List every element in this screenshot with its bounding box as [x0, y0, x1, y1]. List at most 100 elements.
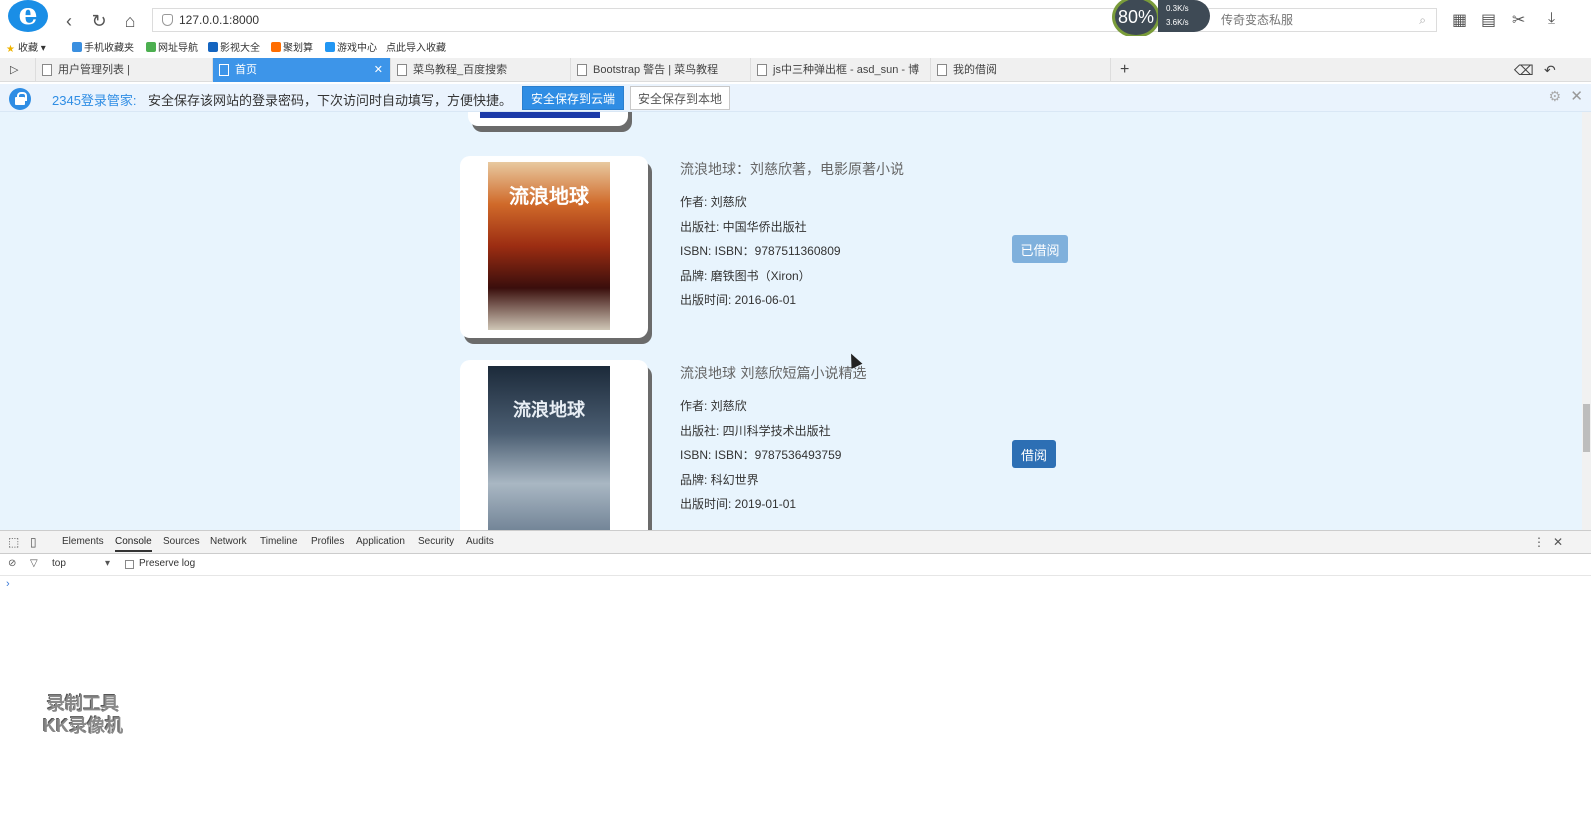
close-tab-icon[interactable]: ✕ — [374, 58, 383, 82]
scissors-icon[interactable]: ✂ — [1512, 10, 1525, 30]
speed-gauge[interactable]: 80% — [1112, 0, 1160, 38]
star-icon: ★ — [6, 44, 15, 55]
scrollbar-thumb[interactable] — [1583, 404, 1590, 452]
password-save-bar: 2345登录管家: 安全保存该网站的登录密码，下次访问时自动填写，方便快捷。 安… — [0, 84, 1591, 112]
book-cover-frame: 流浪地球 — [460, 360, 648, 530]
close-devtools-icon[interactable]: ✕ — [1553, 535, 1563, 549]
cover-title: 流浪地球 — [513, 400, 585, 421]
tab-js-popup[interactable]: js中三种弹出框 - asd_sun - 博 — [751, 58, 931, 82]
tab-user-list[interactable]: 用户管理列表 | — [36, 58, 213, 82]
favorite-item[interactable]: ★ 收藏 ▾ — [6, 39, 46, 55]
home-icon[interactable]: ⌂ — [119, 10, 141, 32]
favorite-item[interactable]: 点此导入收藏 — [386, 39, 446, 54]
save-to-cloud-button[interactable]: 安全保存到云端 — [522, 86, 624, 110]
tab-bar: ▷ 用户管理列表 | 首页 ✕ 菜鸟教程_百度搜索 Bootstrap 警告 | … — [0, 58, 1591, 82]
search-icon[interactable]: ⌕ — [1419, 13, 1426, 28]
net-speed-panel: 0.3K/s 3.6K/s — [1158, 0, 1210, 32]
chevron-down-icon[interactable]: ▾ — [105, 558, 110, 569]
close-icon[interactable]: ✕ — [1570, 87, 1583, 105]
book-item: 流浪地球 流浪地球 刘慈欣短篇小说精选 作者: 刘慈欣 出版社: 四川科学技术出… — [460, 360, 1100, 530]
devtools-panel: ⬚ ▯ Elements Console Sources Network Tim… — [0, 530, 1591, 833]
favorites-bar: ★ 收藏 ▾ 手机收藏夹 网址导航 影视大全 聚划算 游戏中心 点此导入收藏 — [0, 36, 1591, 56]
context-select[interactable]: top — [52, 558, 66, 569]
favorite-item[interactable]: 手机收藏夹 — [72, 39, 134, 54]
preserve-log-checkbox[interactable] — [125, 560, 134, 569]
book-author: 作者: 刘慈欣 — [680, 399, 747, 413]
book-item: 流浪地球 流浪地球：刘慈欣著，电影原著小说 作者: 刘慈欣 出版社: 中国华侨出… — [460, 156, 1100, 346]
tab-security[interactable]: Security — [418, 536, 454, 547]
address-bar[interactable]: ⌕ — [152, 8, 1521, 32]
console-toolbar: ⊘ ▽ top ▾ Preserve log — [0, 554, 1591, 576]
download-icon[interactable]: ⤓ — [1548, 10, 1555, 28]
filter-icon[interactable]: ▽ — [30, 558, 38, 569]
tab-profiles[interactable]: Profiles — [311, 536, 344, 547]
paw-icon — [397, 64, 407, 76]
refresh-icon[interactable]: ↻ — [88, 10, 110, 32]
borrow-button[interactable]: 借阅 — [1012, 440, 1056, 468]
search-input[interactable] — [1221, 12, 1521, 28]
lock-icon — [9, 88, 31, 110]
book-cover-image[interactable]: 流浪地球 — [488, 366, 610, 530]
csdn-icon — [757, 64, 767, 76]
gear-icon[interactable]: ⚙ — [1548, 88, 1561, 105]
device-icon[interactable]: ▯ — [30, 535, 37, 549]
undo-icon[interactable]: ↶ — [1540, 58, 1570, 82]
new-tab-icon[interactable]: + — [1114, 58, 1138, 82]
tab-bootstrap-alert[interactable]: Bootstrap 警告 | 菜鸟教程 — [571, 58, 751, 82]
clear-console-icon[interactable]: ⊘ — [8, 558, 16, 569]
juhuasuan-icon — [271, 42, 281, 52]
browser-toolbar: e ‹ ↻ ⌂ ⌕ 80% 0.3K/s 3.6K/s ▦ ▤ ✂ ⤓ — [0, 0, 1591, 40]
book-cover-image[interactable]: 流浪地球 — [488, 162, 610, 330]
page-content: 流浪地球 流浪地球：刘慈欣著，电影原著小说 作者: 刘慈欣 出版社: 中国华侨出… — [0, 112, 1591, 530]
page-scrollbar[interactable] — [1582, 112, 1591, 530]
book-brand: 品牌: 磨铁图书（Xiron） — [680, 268, 811, 283]
favorite-item[interactable]: 游戏中心 — [325, 39, 377, 54]
book-date: 出版时间: 2016-06-01 — [680, 293, 797, 307]
favorite-item[interactable]: 网址导航 — [146, 39, 198, 54]
notice-message: 安全保存该网站的登录密码，下次访问时自动填写，方便快捷。 — [148, 93, 513, 108]
inspect-icon[interactable]: ⬚ — [8, 535, 19, 549]
browser-logo-icon: e — [8, 0, 48, 32]
book-info: 流浪地球 刘慈欣短篇小说精选 作者: 刘慈欣 出版社: 四川科学技术出版社 IS… — [680, 360, 1080, 517]
back-icon[interactable]: ‹ — [58, 10, 80, 32]
tab-my-borrow[interactable]: 我的借阅 — [931, 58, 1111, 82]
speed-percent: 80% — [1117, 7, 1155, 27]
tab-baidu-search[interactable]: 菜鸟教程_百度搜索 — [391, 58, 571, 82]
book-title[interactable]: 流浪地球：刘慈欣著，电影原著小说 — [680, 156, 1080, 190]
download-speed: 3.6K/s — [1166, 18, 1189, 27]
apps-grid-icon[interactable]: ▦ — [1452, 10, 1467, 30]
upload-speed: 0.3K/s — [1166, 4, 1189, 13]
tab-elements[interactable]: Elements — [62, 536, 104, 547]
book-cover-frame: 流浪地球 — [460, 156, 648, 338]
sidebar-toggle-icon[interactable]: ▷ — [0, 58, 36, 82]
tab-application[interactable]: Application — [356, 536, 405, 547]
security-shield-icon — [162, 14, 173, 26]
book-date: 出版时间: 2019-01-01 — [680, 497, 797, 511]
more-options-icon[interactable]: ⋮ — [1533, 535, 1545, 549]
reader-icon[interactable]: ▤ — [1481, 10, 1496, 30]
page-icon — [42, 64, 52, 76]
address-input[interactable] — [179, 12, 479, 28]
tab-timeline[interactable]: Timeline — [260, 536, 297, 547]
save-to-local-button[interactable]: 安全保存到本地 — [630, 86, 730, 110]
trash-icon[interactable]: ⌫ — [1510, 58, 1534, 82]
book-author: 作者: 刘慈欣 — [680, 195, 747, 209]
favorite-item[interactable]: 聚划算 — [271, 39, 313, 54]
borrowed-button[interactable]: 已借阅 — [1012, 235, 1068, 263]
tab-console[interactable]: Console — [115, 536, 152, 552]
page-icon — [219, 64, 229, 76]
book-brand: 品牌: 科幻世界 — [680, 472, 759, 487]
tab-sources[interactable]: Sources — [163, 536, 200, 547]
favorite-item[interactable]: 影视大全 — [208, 39, 260, 54]
tab-network[interactable]: Network — [210, 536, 247, 547]
tab-audits[interactable]: Audits — [466, 536, 494, 547]
cover-title: 流浪地球 — [509, 184, 589, 208]
preserve-log-label: Preserve log — [139, 558, 196, 569]
tab-home[interactable]: 首页 ✕ — [213, 58, 391, 82]
phone-icon — [72, 42, 82, 52]
notice-brand: 2345登录管家: — [52, 93, 137, 108]
recorder-watermark: 录制工具 KK录像机 — [43, 694, 123, 736]
book-title[interactable]: 流浪地球 刘慈欣短篇小说精选 — [680, 360, 1080, 394]
video-icon — [208, 42, 218, 52]
console-prompt[interactable]: › — [6, 578, 10, 590]
